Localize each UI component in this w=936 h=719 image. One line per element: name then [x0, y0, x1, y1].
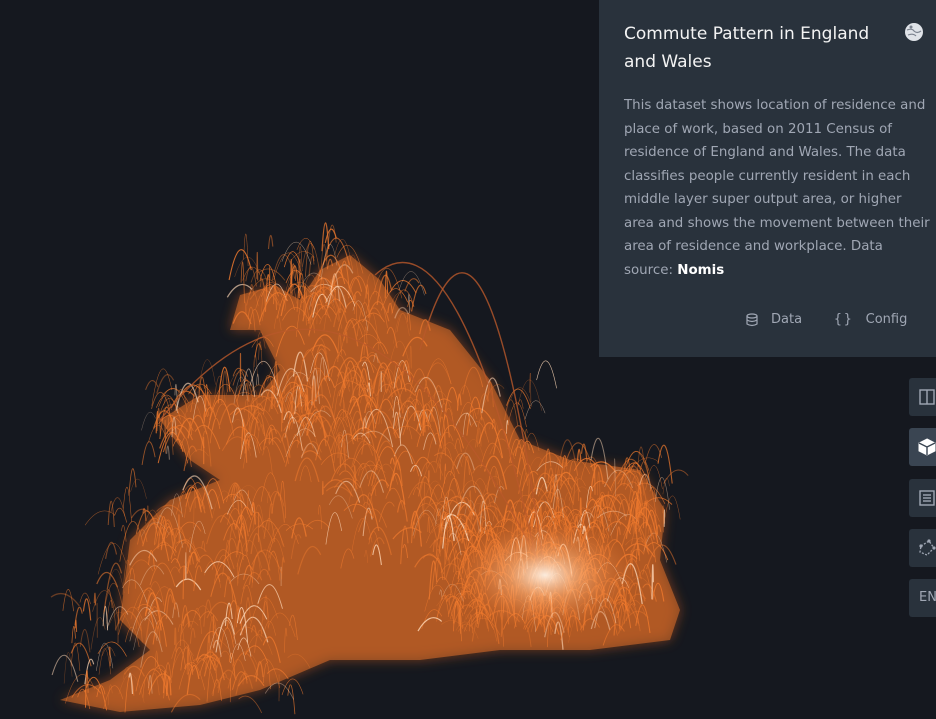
- split-map-icon: [919, 389, 935, 405]
- commute-arc: [102, 605, 109, 631]
- data-button[interactable]: Data: [745, 312, 802, 327]
- language-button[interactable]: EN: [909, 579, 936, 617]
- commute-arc: [82, 598, 92, 621]
- commute-arc: [71, 626, 76, 644]
- commute-arc: [287, 684, 296, 715]
- commute-arc: [106, 562, 123, 590]
- dataset-title: Commute Pattern in England and Wales: [624, 24, 870, 72]
- commute-arc: [84, 510, 115, 526]
- commute-arc: [70, 642, 81, 671]
- commute-arc: [141, 441, 156, 465]
- london-hotspot: [455, 520, 635, 630]
- dataset-description: This dataset shows location of residence…: [624, 94, 932, 282]
- commute-arc: [243, 233, 249, 267]
- commute-arc: [517, 399, 524, 409]
- commute-arc: [109, 568, 125, 594]
- draw-polygon-icon: [919, 539, 936, 556]
- 3d-cube-icon: [918, 438, 936, 456]
- commute-arc: [185, 552, 187, 580]
- commute-arc: [96, 571, 119, 588]
- 3d-view-button[interactable]: [909, 428, 936, 466]
- commute-arc: [506, 388, 531, 409]
- commute-arc: [130, 479, 147, 499]
- commute-arc: [256, 252, 259, 281]
- commute-arc: [524, 400, 546, 420]
- globe-icon[interactable]: [904, 22, 924, 42]
- legend-icon: [919, 490, 935, 506]
- draw-polygon-button[interactable]: [909, 529, 936, 567]
- commute-arc: [166, 445, 170, 460]
- commute-arc: [238, 695, 263, 714]
- commute-arc: [536, 360, 557, 389]
- commute-arc: [529, 372, 532, 403]
- commute-arc: [178, 514, 180, 543]
- commute-arc: [105, 541, 118, 559]
- commute-arc: [663, 469, 689, 484]
- config-label: Config: [865, 312, 908, 327]
- legend-button[interactable]: [909, 479, 936, 517]
- config-button[interactable]: {} Config: [834, 312, 907, 327]
- description-text: This dataset shows location of residence…: [624, 98, 930, 278]
- commute-arc: [123, 486, 132, 522]
- database-icon: [746, 312, 758, 326]
- commute-arc: [156, 374, 175, 394]
- commute-arc: [121, 524, 127, 542]
- commute-arc: [389, 280, 417, 294]
- braces-icon: {}: [834, 312, 854, 327]
- data-label: Data: [771, 312, 803, 327]
- commute-arc: [74, 619, 78, 633]
- commute-arc: [267, 234, 274, 250]
- commute-arc: [398, 271, 425, 296]
- commute-arc: [117, 608, 120, 644]
- source-link[interactable]: Nomis: [677, 263, 724, 278]
- commute-arc: [145, 380, 159, 390]
- dataset-info-panel: Commute Pattern in England and Wales Thi…: [599, 0, 936, 357]
- commute-arc: [51, 654, 79, 682]
- split-map-button[interactable]: [909, 378, 936, 416]
- commute-arc: [62, 589, 74, 612]
- commute-arc: [128, 468, 137, 496]
- commute-arc: [345, 331, 348, 344]
